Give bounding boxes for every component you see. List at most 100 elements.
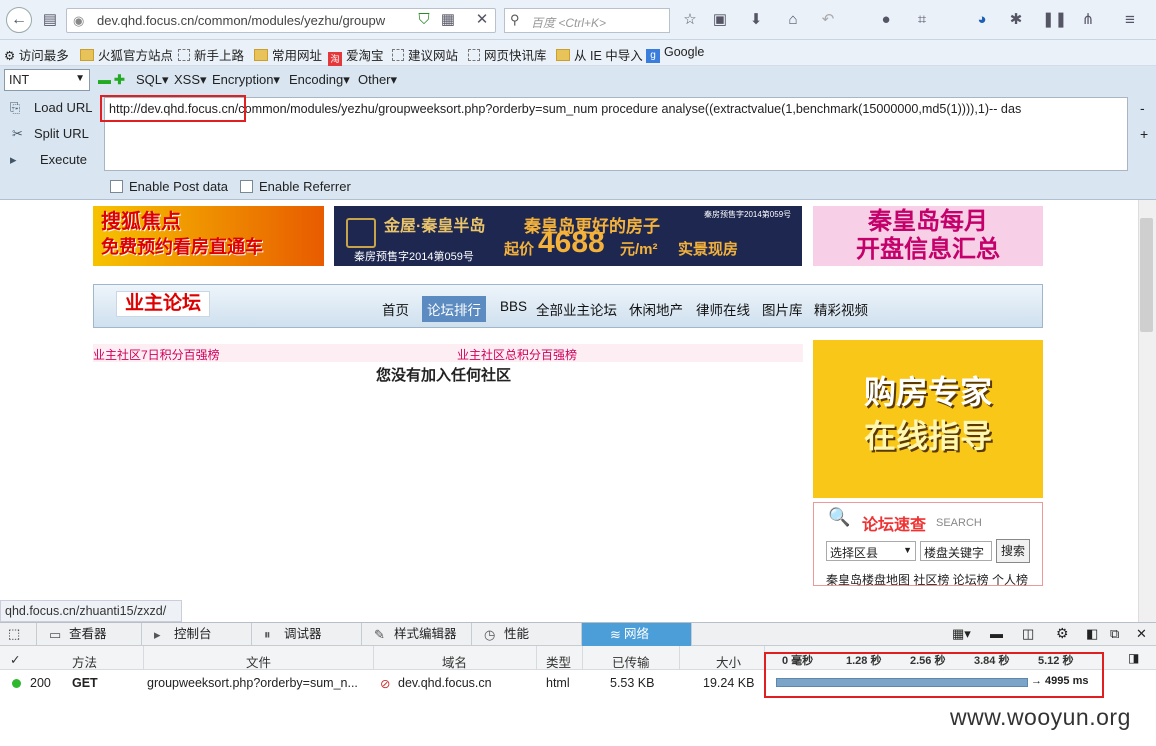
back-arrow-icon[interactable]: ← [6,7,32,33]
search-button[interactable]: 搜索 [996,539,1030,563]
firebug-icon[interactable]: ◕ [972,10,992,30]
dock-side-icon[interactable]: ◧ [1086,626,1098,642]
banner-ad-monthly[interactable]: 秦皇岛每月 开盘信息汇总 [813,206,1043,266]
nav-home[interactable]: 首页 [382,299,409,319]
load-url-button[interactable]: ⎘ Load URL [4,100,94,122]
bookmark-taobao[interactable]: 淘爱淘宝 [328,45,384,66]
district-select[interactable]: 选择区县 ▼ [826,541,916,561]
tab-inspector[interactable]: ▭ 查看器 [36,623,142,646]
sitemap-icon[interactable]: ⋔ [1078,10,1098,30]
nav-all-forums[interactable]: 全部业主论坛 [536,299,617,319]
shrink-icon[interactable]: - [1140,100,1145,116]
folder-icon [254,49,268,61]
search-links[interactable]: 秦皇岛楼盘地图 社区榜 论坛榜 个人榜 [826,571,1028,588]
bookmark-most-visited[interactable]: ⚙ 访问最多 [4,45,69,64]
menu-xss[interactable]: XSS▾ [174,72,207,88]
magnifier-icon: 🔍 [828,507,851,527]
hackbar-url-textarea[interactable]: http://dev.qhd.focus.cn/common/modules/y… [104,97,1128,171]
search-box[interactable]: ⚲ 百度 <Ctrl+K> [504,8,670,33]
url-path-text: /common/modules/yezhu/groupweeksort.php?… [234,102,1022,116]
forum-logo[interactable]: 业主论坛 [116,291,210,317]
bookmark-firefox[interactable]: 火狐官方站点 [80,45,173,64]
google-icon: g [646,49,660,63]
split-url-button[interactable]: ✂ Split URL [4,126,94,148]
tab-network[interactable]: ≋ 网络 [582,623,692,646]
minus-icon[interactable]: ▬ [98,72,111,87]
type-select[interactable]: INT ▼ [4,69,90,91]
bookmark-webslice[interactable]: 网页快讯库 [468,45,547,64]
menu-other[interactable]: Other▾ [358,72,397,88]
execute-button[interactable]: ▸ Execute [4,152,94,174]
shield-icon[interactable]: ⛉ [414,10,434,30]
scissors-icon: ✂ [12,126,23,141]
menu-encoding[interactable]: Encoding▾ [289,72,350,88]
enable-post-checkbox[interactable]: Enable Post data [110,179,228,194]
pick-element-icon[interactable]: ⬚ [8,626,20,642]
undock-icon[interactable]: ⧉ [1110,626,1119,642]
clear-url-icon[interactable]: ✕ [472,10,492,30]
nav-gallery[interactable]: 图片库 [762,299,803,319]
crop-icon[interactable]: ⌗ [912,10,932,30]
scratchpad-icon[interactable]: ◫ [1022,626,1034,642]
bookmark-suggested[interactable]: 建议网站 [392,45,458,64]
bookmark-getting-started[interactable]: 新手上路 [178,45,244,64]
nav-bbs[interactable]: BBS [500,299,527,314]
responsive-icon[interactable]: ▬ [990,626,1003,641]
row-method: GET [72,676,98,690]
tab-performance[interactable]: ◷ 性能 [472,623,582,646]
keyword-input[interactable]: 楼盘关键字 [920,541,992,561]
page-icon [178,49,190,61]
stopwatch-icon: ◷ [484,627,496,642]
col-status[interactable]: ✓ [10,652,20,667]
split-console-icon[interactable]: ▦▾ [952,626,971,642]
col-divider [679,646,680,670]
tab-debugger[interactable]: ⏸ 调试器 [252,623,362,646]
col-method[interactable]: 方法 [72,652,97,671]
nav-lawyer[interactable]: 律师在线 [696,299,750,319]
chevron-down-icon: ▼ [75,73,85,84]
nav-videos[interactable]: 精彩视频 [814,299,868,319]
watermark: www.wooyun.org [950,704,1131,730]
banner-ad-jinwu[interactable]: 金屋·秦皇半岛 秦房预售字2014第059号 秦皇岛更好的房子 起价 4688 … [334,206,802,266]
settings-gear-icon[interactable]: ⚙ [1056,625,1069,642]
col-transferred[interactable]: 已传输 [612,652,650,671]
close-icon[interactable]: ✕ [1136,626,1147,642]
tab-console[interactable]: ▸ 控制台 [142,623,252,646]
sidebar-icon[interactable]: ▤ [40,10,60,30]
bookmark-google[interactable]: g Google [646,45,704,63]
nav-forum-ranking[interactable]: 论坛排行 [422,296,486,322]
undo-icon[interactable]: ↶ [818,10,838,30]
row-transferred: 5.53 KB [610,676,655,690]
menu-sql[interactable]: SQL▾ [136,72,169,88]
tab-style-editor[interactable]: ✎ 样式编辑器 [362,623,472,646]
page-icon [468,49,480,61]
address-text: dev.qhd.focus.cn/common/modules/yezhu/gr… [97,13,386,28]
menu-icon[interactable]: ≡ [1120,10,1140,30]
col-size[interactable]: 大小 [716,652,741,671]
plus-icon[interactable]: ✚ [114,72,125,88]
bug-icon[interactable]: ✱ [1006,10,1026,30]
download-icon[interactable]: ⬇ [746,10,766,30]
col-file[interactable]: 文件 [246,652,271,671]
menu-encryption[interactable]: Encryption▾ [212,72,280,88]
qrcode-icon[interactable]: ▦ [438,10,458,30]
reading-list-icon[interactable]: ▣ [710,10,730,30]
toggle-sidebar-icon[interactable]: ◨ [1128,651,1139,665]
footprint-icon[interactable]: ❚❚ [1042,10,1067,30]
scrollbar-thumb[interactable] [1140,218,1153,332]
nav-leisure[interactable]: 休闲地产 [629,299,683,319]
banner-ad-focus[interactable]: 搜狐焦点 免费预约看房直通车 [93,206,324,266]
chat-icon[interactable]: ● [876,10,896,30]
network-icon: ≋ [610,627,621,642]
rank-7day-link[interactable]: 业主社区7日积分百强榜 [93,346,220,363]
side-ad-expert[interactable]: 购房专家 在线指导 [813,340,1043,498]
rank-total-link[interactable]: 业主社区总积分百强榜 [457,346,577,363]
expand-icon[interactable]: + [1140,126,1148,142]
col-domain[interactable]: 域名 [442,652,467,671]
bookmark-common[interactable]: 常用网址 [254,45,322,64]
enable-referrer-checkbox[interactable]: Enable Referrer [240,179,351,194]
bookmark-star-icon[interactable]: ☆ [680,10,700,30]
col-type[interactable]: 类型 [546,652,571,671]
bookmark-ie-import[interactable]: 从 IE 中导入 [556,45,643,64]
home-icon[interactable]: ⌂ [783,10,803,30]
